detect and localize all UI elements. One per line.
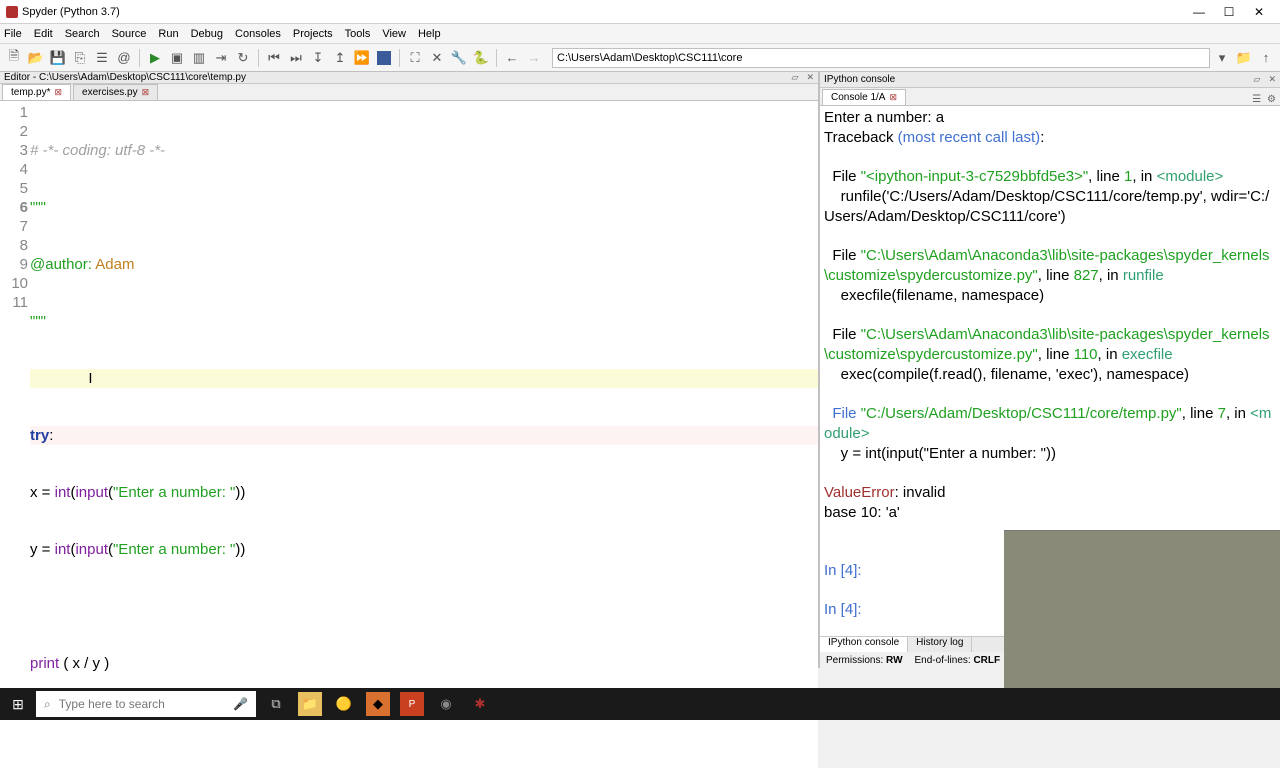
working-directory-input[interactable]: C:\Users\Adam\Desktop\CSC111\core [552, 48, 1210, 68]
editor-tab-row: temp.py*⊠ exercises.py⊠ [0, 84, 818, 101]
close-tab-icon[interactable]: ⊠ [54, 87, 62, 98]
editor-pane: Editor - C:\Users\Adam\Desktop\CSC111\co… [0, 72, 820, 668]
menu-consoles[interactable]: Consoles [235, 28, 281, 40]
menubar: File Edit Search Source Run Debug Consol… [0, 24, 1280, 44]
preferences-icon[interactable]: 🔧 [449, 48, 469, 68]
debug-out-icon[interactable]: ↥ [330, 48, 350, 68]
maximize-button[interactable]: ☐ [1214, 1, 1244, 23]
close-tab-icon[interactable]: ⊠ [142, 87, 150, 98]
menu-file[interactable]: File [4, 28, 22, 40]
pane-close-icon[interactable]: ✕ [806, 72, 814, 83]
windows-taskbar: ⊞ ⌕ Type here to search 🎤 ⧉ 📁 🟡 ◆ P ◉ ✱ [0, 688, 1280, 720]
menu-run[interactable]: Run [158, 28, 178, 40]
fullscreen-icon[interactable]: ✕ [427, 48, 447, 68]
pythonpath-icon[interactable]: 🐍 [471, 48, 491, 68]
console-header: IPython console ▱✕ [820, 72, 1280, 88]
menu-edit[interactable]: Edit [34, 28, 53, 40]
search-icon: ⌕ [44, 697, 51, 712]
console-menu-icon[interactable]: ☰ [1252, 94, 1261, 105]
window-title: Spyder (Python 3.7) [22, 6, 1184, 18]
tab-temp-py[interactable]: temp.py*⊠ [2, 84, 71, 100]
minimize-button[interactable]: — [1184, 1, 1214, 23]
code-editor[interactable]: 1234567891011 # -*- coding: utf-8 -*- ""… [0, 101, 818, 768]
menu-search[interactable]: Search [65, 28, 100, 40]
spyder-taskbar-icon[interactable]: ✱ [468, 692, 492, 716]
back-icon[interactable]: ← [502, 48, 522, 68]
forward-icon[interactable]: → [524, 48, 544, 68]
mic-icon[interactable]: 🎤 [233, 697, 248, 711]
chrome-icon[interactable]: 🟡 [332, 692, 356, 716]
debug-continue-icon[interactable]: ⏩ [352, 48, 372, 68]
open-file-icon[interactable]: 📂 [26, 48, 46, 68]
cwd-dropdown-icon[interactable]: ▾ [1212, 48, 1232, 68]
browse-folder-icon[interactable]: 📁 [1234, 48, 1254, 68]
sublime-icon[interactable]: ◆ [366, 692, 390, 716]
task-view-icon[interactable]: ⧉ [264, 692, 288, 716]
powerpoint-icon[interactable]: P [400, 692, 424, 716]
menu-source[interactable]: Source [112, 28, 147, 40]
run-cell-icon[interactable]: ▣ [167, 48, 187, 68]
rerun-icon[interactable]: ↻ [233, 48, 253, 68]
close-button[interactable]: ✕ [1244, 1, 1274, 23]
console-gear-icon[interactable]: ⚙ [1267, 94, 1276, 105]
menu-help[interactable]: Help [418, 28, 441, 40]
taskbar-search[interactable]: ⌕ Type here to search 🎤 [36, 691, 256, 717]
console-tab-row: Console 1/A⊠ ☰ ⚙ [820, 88, 1280, 106]
ipython-console-tab[interactable]: IPython console [820, 637, 908, 652]
toolbar: 🗎 📂 💾 ⎘ ☰ @ ▶ ▣ ▥ ⇥ ↻ ⏮ ⏭ ↧ ↥ ⏩ ⛶ ✕ 🔧 🐍 … [0, 44, 1280, 72]
run-icon[interactable]: ▶ [145, 48, 165, 68]
console-tab[interactable]: Console 1/A⊠ [822, 89, 906, 105]
start-button[interactable]: ⊞ [0, 688, 36, 720]
history-log-tab[interactable]: History log [908, 637, 972, 652]
new-file-icon[interactable]: 🗎 [4, 48, 24, 68]
search-placeholder: Type here to search [59, 697, 165, 711]
menu-view[interactable]: View [382, 28, 406, 40]
debug-stop-icon[interactable] [374, 48, 394, 68]
editor-header: Editor - C:\Users\Adam\Desktop\CSC111\co… [0, 72, 818, 84]
explorer-icon[interactable]: 📁 [298, 692, 322, 716]
menu-projects[interactable]: Projects [293, 28, 333, 40]
save-all-icon[interactable]: ⎘ [70, 48, 90, 68]
maximize-pane-icon[interactable]: ⛶ [405, 48, 425, 68]
debug-step-icon[interactable]: ⏮ [264, 48, 284, 68]
debug-next-icon[interactable]: ⏭ [286, 48, 306, 68]
titlebar: Spyder (Python 3.7) — ☐ ✕ [0, 0, 1280, 24]
run-cell-advance-icon[interactable]: ▥ [189, 48, 209, 68]
list-icon[interactable]: ☰ [92, 48, 112, 68]
save-icon[interactable]: 💾 [48, 48, 68, 68]
pane-options-icon[interactable]: ▱ [1254, 74, 1261, 85]
run-selection-icon[interactable]: ⇥ [211, 48, 231, 68]
parent-folder-icon[interactable]: ↑ [1256, 48, 1276, 68]
pane-close-icon[interactable]: ✕ [1268, 74, 1276, 85]
close-tab-icon[interactable]: ⊠ [889, 92, 897, 103]
debug-into-icon[interactable]: ↧ [308, 48, 328, 68]
spyder-icon [6, 6, 18, 18]
at-icon[interactable]: @ [114, 48, 134, 68]
tab-exercises-py[interactable]: exercises.py⊠ [73, 84, 158, 100]
obs-icon[interactable]: ◉ [434, 692, 458, 716]
menu-debug[interactable]: Debug [191, 28, 223, 40]
menu-tools[interactable]: Tools [345, 28, 371, 40]
pane-options-icon[interactable]: ▱ [792, 72, 799, 83]
webcam-overlay [1004, 530, 1280, 688]
line-gutter: 1234567891011 [0, 101, 30, 768]
